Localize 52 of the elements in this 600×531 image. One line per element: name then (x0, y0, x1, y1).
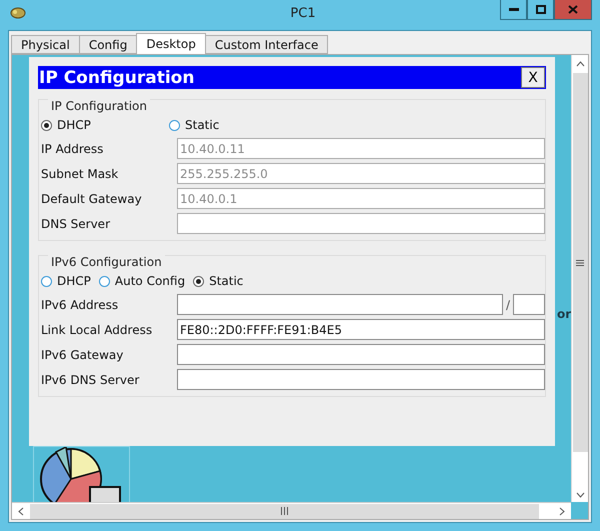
scroll-thumb[interactable] (572, 73, 588, 452)
tab[interactable]: Config (78, 35, 138, 54)
minimize-icon (508, 8, 518, 11)
radio-icon[interactable] (98, 276, 110, 286)
radio-button[interactable]: DHCP (41, 274, 91, 288)
vertical-scrollbar[interactable] (571, 55, 588, 502)
input-field[interactable]: FE80::2D0:FFFF:FE91:B4E5 (177, 319, 545, 340)
horizontal-scrollbar[interactable] (12, 502, 571, 519)
scrollbar-corner (571, 502, 588, 519)
scroll-right-icon (559, 506, 565, 516)
tab[interactable]: Custom Interface (204, 35, 328, 54)
radio-button[interactable]: DHCP (41, 118, 161, 132)
input-field[interactable] (177, 294, 503, 315)
dialog-title: IP Configuration (39, 68, 194, 88)
field-label: IPv6 Gateway (41, 348, 124, 362)
field-label: Link Local Address (41, 322, 154, 336)
close-button[interactable]: X (521, 67, 545, 88)
radio-icon[interactable] (169, 120, 180, 130)
input-field[interactable] (177, 369, 545, 390)
minimize-button[interactable] (500, 0, 527, 20)
input-field[interactable] (177, 344, 545, 365)
close-button[interactable] (554, 0, 592, 20)
maximize-button[interactable] (527, 0, 554, 20)
field-label: DNS Server (41, 216, 111, 230)
scroll-left-icon (18, 506, 24, 516)
radio-button[interactable]: Static (193, 274, 244, 288)
radio-button[interactable]: Auto Config (98, 274, 186, 288)
window-title: PC1 (289, 6, 317, 21)
tab[interactable]: Desktop (136, 33, 206, 54)
group-title: IPv6 Configuration (48, 255, 165, 269)
grip-icon (576, 260, 584, 266)
radio-icon[interactable] (41, 276, 52, 286)
field-label: IPv6 Address (41, 298, 120, 312)
app-icon (10, 6, 26, 20)
separator-label: / (504, 298, 512, 312)
maximize-icon (536, 5, 546, 14)
radio-icon[interactable] (41, 120, 52, 130)
tab[interactable]: Physical (11, 35, 80, 54)
scroll-thumb[interactable] (30, 504, 539, 518)
group-title: IP Configuration (48, 99, 150, 113)
radio-icon[interactable] (193, 276, 204, 286)
desktop-label: or (557, 307, 571, 321)
close-icon (568, 5, 578, 14)
scroll-up-icon (576, 61, 584, 67)
scroll-down-icon (576, 492, 584, 498)
field-label: Subnet Mask (41, 166, 120, 180)
prefix-field[interactable] (513, 294, 545, 315)
radio-button[interactable]: Static (169, 118, 220, 132)
field-label: IP Address (41, 142, 104, 156)
field-label: IPv6 DNS Server (41, 372, 140, 386)
grip-icon (281, 507, 288, 515)
field-label: Default Gateway (41, 192, 143, 206)
